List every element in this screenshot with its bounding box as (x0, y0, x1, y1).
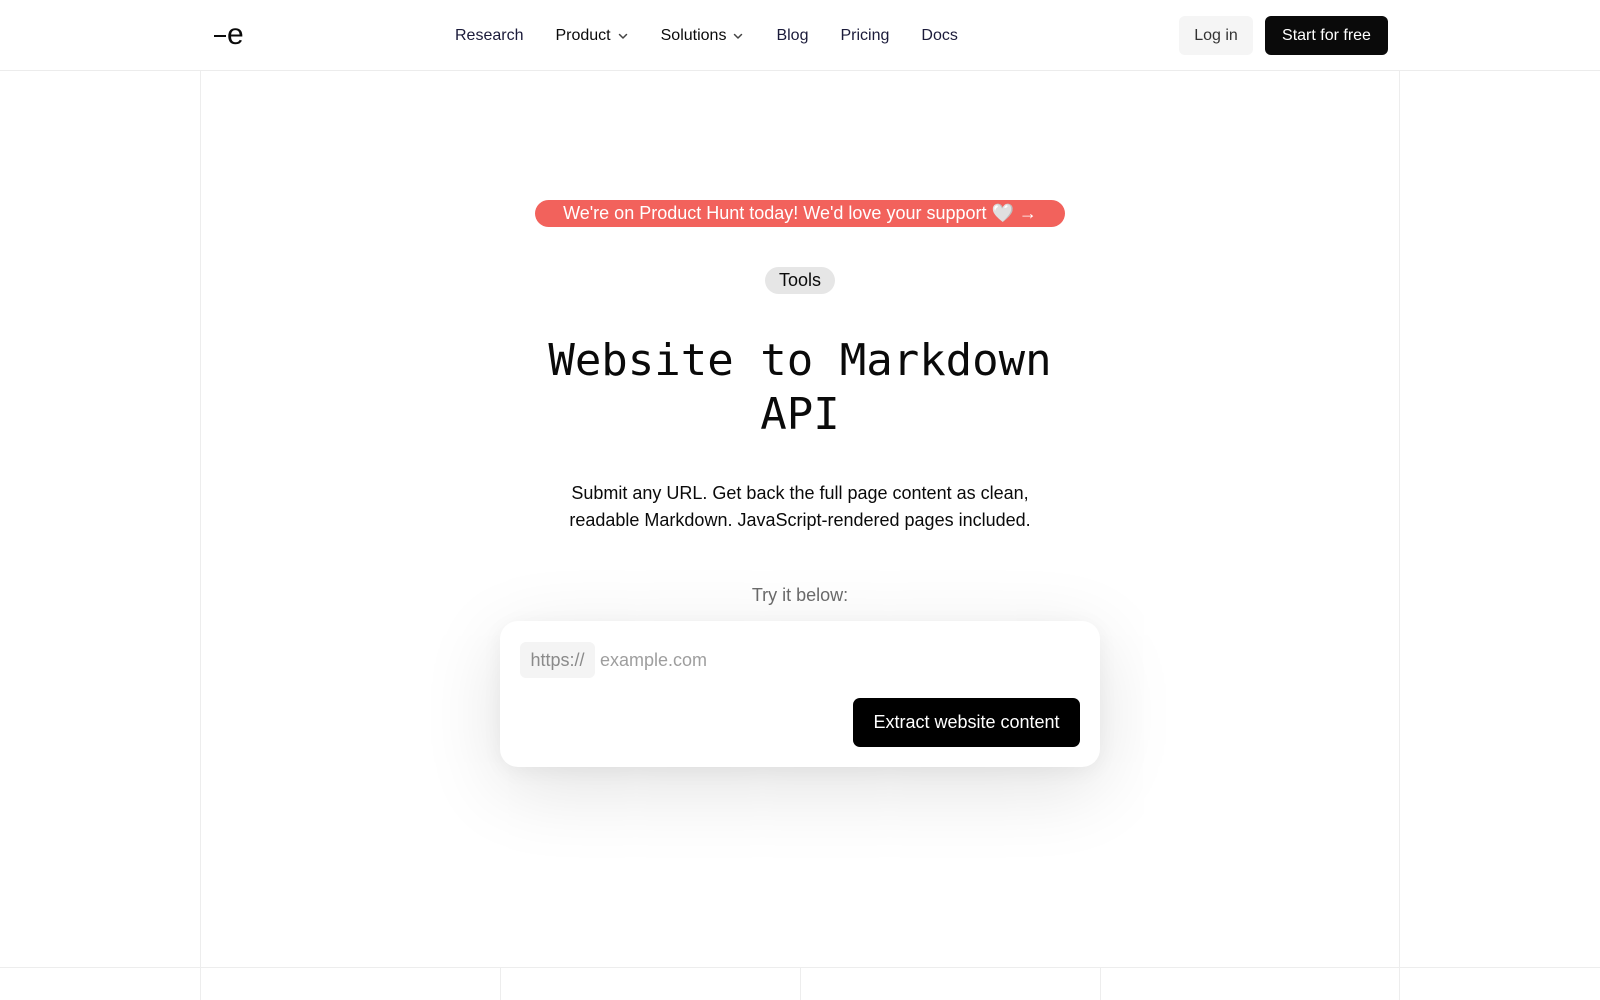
url-extractor-card: https:// Extract website content (500, 621, 1100, 767)
logo-dash (214, 35, 226, 37)
nav-blog[interactable]: Blog (776, 27, 808, 45)
nav-pricing[interactable]: Pricing (840, 27, 889, 45)
logo-letter: e (227, 18, 244, 51)
category-tag: Tools (765, 267, 835, 294)
product-hunt-banner[interactable]: We're on Product Hunt today! We'd love y… (535, 200, 1065, 227)
page-title: Website to Markdown API (500, 334, 1100, 442)
nav-solutions-label: Solutions (660, 27, 727, 44)
nav-product-label: Product (555, 27, 611, 44)
grid-line-short (500, 967, 501, 1000)
top-navigation-bar: e Research Product Solutions Blog Pricin… (0, 0, 1600, 71)
subtitle-line-2: readable Markdown. JavaScript-rendered p… (569, 510, 1031, 530)
page-title-line-2: API (760, 389, 840, 440)
extract-website-content-button[interactable]: Extract website content (853, 698, 1080, 747)
subtitle-line-1: Submit any URL. Get back the full page c… (571, 483, 1029, 503)
logo[interactable]: e (214, 20, 250, 50)
login-button[interactable]: Log in (1179, 16, 1253, 55)
try-it-label: Try it below: (751, 585, 849, 605)
grid-line-short (800, 967, 801, 1000)
url-prefix: https:// (520, 642, 595, 678)
grid-line-right (1399, 71, 1400, 1000)
chevron-down-icon (618, 33, 627, 39)
grid-line-short (1100, 967, 1101, 1000)
chevron-down-icon (734, 33, 743, 39)
url-input[interactable] (600, 642, 1070, 678)
start-for-free-button[interactable]: Start for free (1265, 16, 1388, 55)
page-title-line-1: Website to Markdown (548, 335, 1052, 386)
page: e Research Product Solutions Blog Pricin… (0, 0, 1600, 1000)
grid-line-left (200, 71, 201, 1000)
page-subtitle: Submit any URL. Get back the full page c… (520, 480, 1080, 534)
nav-docs[interactable]: Docs (921, 27, 957, 45)
nav-research[interactable]: Research (455, 27, 523, 45)
nav-product-dropdown[interactable]: Product (555, 27, 628, 45)
main-nav: Research Product Solutions Blog Pricing … (455, 26, 958, 46)
nav-solutions-dropdown[interactable]: Solutions (661, 27, 745, 45)
